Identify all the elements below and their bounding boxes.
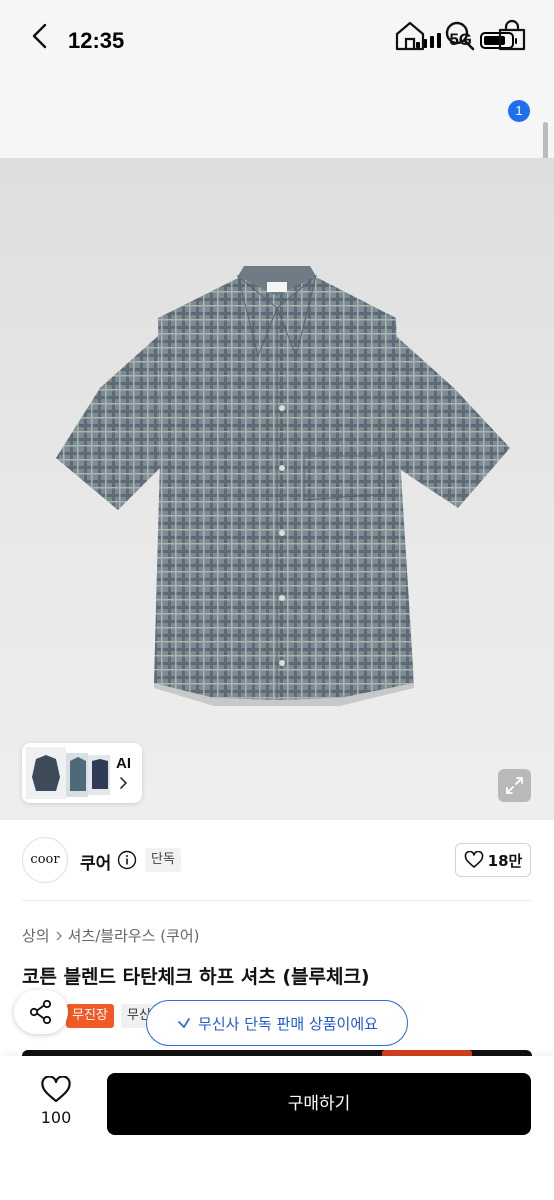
exclusive-toast: 무신사 단독 판매 상품이에요 [146, 1000, 408, 1046]
share-icon [29, 999, 52, 1025]
favorite-count: 100 [40, 1108, 72, 1127]
status-time: 12:35 [68, 28, 125, 53]
expand-icon [506, 777, 523, 794]
breadcrumb-category[interactable]: 상의 [22, 925, 50, 946]
thumbnail-strip[interactable] [22, 743, 142, 803]
thumbnail-images[interactable] [26, 747, 110, 799]
breadcrumb: 상의 셔츠/블라우스 (쿠어) [22, 925, 200, 946]
brand-like-button[interactable]: 18만 [455, 843, 531, 877]
chevron-right-icon [56, 931, 62, 940]
search-icon[interactable] [442, 18, 478, 54]
brand-like-count: 18만 [487, 851, 523, 870]
shopping-bag-icon[interactable] [494, 18, 530, 54]
heart-icon[interactable] [40, 1076, 72, 1104]
breadcrumb-subcategory[interactable]: 셔츠/블라우스 (쿠어) [68, 925, 200, 946]
home-icon[interactable] [392, 18, 428, 54]
buy-button[interactable]: 구매하기 [107, 1073, 531, 1135]
expand-image-button[interactable] [498, 769, 531, 802]
checkmark-icon [178, 1018, 190, 1029]
promo-tag: 무진장 [66, 1004, 114, 1028]
share-button[interactable] [14, 990, 68, 1034]
exclusive-badge: 단독 [145, 848, 181, 872]
heart-icon [464, 851, 483, 868]
product-title: 코튼 블렌드 타탄체크 하프 셔츠 (블루체크) [22, 966, 370, 988]
chevron-left-icon[interactable] [22, 18, 58, 54]
brand-logo[interactable]: coor [22, 837, 68, 883]
brand-name[interactable]: 쿠어 [80, 849, 111, 874]
toast-text: 무신사 단독 판매 상품이에요 [198, 1014, 378, 1033]
shirt-illustration [56, 266, 510, 706]
top-nav-bar [0, 84, 554, 158]
product-image[interactable] [0, 158, 554, 820]
ai-label[interactable]: AI [116, 755, 131, 772]
info-icon[interactable] [117, 850, 137, 870]
cart-count-badge: 1 [508, 100, 530, 122]
chevron-right-icon[interactable] [117, 776, 129, 790]
divider [22, 900, 532, 901]
